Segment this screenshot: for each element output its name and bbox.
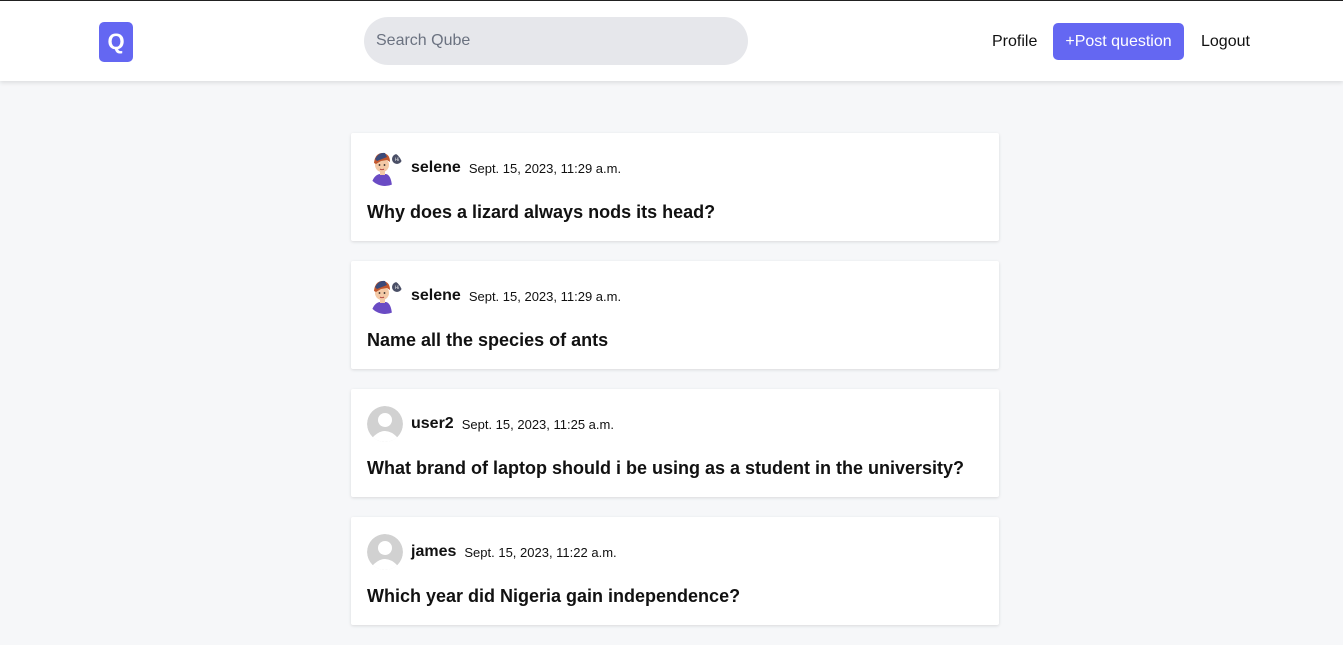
timestamp: Sept. 15, 2023, 11:29 a.m. — [468, 288, 622, 304]
question-meta: james Sept. 15, 2023, 11:22 a.m. — [367, 533, 983, 571]
default-avatar-icon[interactable] — [367, 534, 403, 570]
svg-text:Hi: Hi — [395, 285, 399, 290]
timestamp: Sept. 15, 2023, 11:25 a.m. — [461, 416, 614, 432]
question-title[interactable]: Which year did Nigeria gain independence… — [367, 585, 983, 607]
question-meta: Hi selene Sept. 15, 2023, 11:29 a.m. — [367, 149, 983, 187]
question-meta: Hi selene Sept. 15, 2023, 11:29 a.m. — [367, 277, 983, 315]
profile-link[interactable]: Profile — [992, 31, 1037, 53]
question-meta: user2 Sept. 15, 2023, 11:25 a.m. — [367, 405, 983, 443]
search-input[interactable] — [364, 17, 748, 65]
timestamp: Sept. 15, 2023, 11:29 a.m. — [468, 160, 622, 176]
navbar: Q Profile +Post question Logout — [0, 1, 1343, 81]
cartoon-avatar-icon[interactable]: Hi — [367, 278, 403, 314]
question-title[interactable]: What brand of laptop should i be using a… — [367, 457, 983, 479]
question-card: james Sept. 15, 2023, 11:22 a.m. Which y… — [351, 517, 999, 625]
default-avatar-icon[interactable] — [367, 406, 403, 442]
svg-text:Hi: Hi — [395, 157, 399, 162]
logout-link[interactable]: Logout — [1201, 31, 1250, 53]
username[interactable]: user2 — [411, 415, 454, 433]
cartoon-avatar-icon[interactable]: Hi — [367, 150, 403, 186]
logo[interactable]: Q — [99, 22, 133, 62]
username[interactable]: james — [411, 543, 456, 561]
post-question-button[interactable]: +Post question — [1053, 23, 1184, 60]
question-card: user2 Sept. 15, 2023, 11:25 a.m. What br… — [351, 389, 999, 497]
username[interactable]: selene — [411, 287, 461, 305]
question-card: Hi selene Sept. 15, 2023, 11:29 a.m. Nam… — [351, 261, 999, 369]
timestamp: Sept. 15, 2023, 11:22 a.m. — [464, 544, 617, 560]
username[interactable]: selene — [411, 159, 461, 177]
question-title[interactable]: Why does a lizard always nods its head? — [367, 201, 983, 223]
question-title[interactable]: Name all the species of ants — [367, 329, 983, 351]
question-card: Hi selene Sept. 15, 2023, 11:29 a.m. Why… — [351, 133, 999, 241]
question-feed: Hi selene Sept. 15, 2023, 11:29 a.m. Why… — [351, 133, 999, 645]
